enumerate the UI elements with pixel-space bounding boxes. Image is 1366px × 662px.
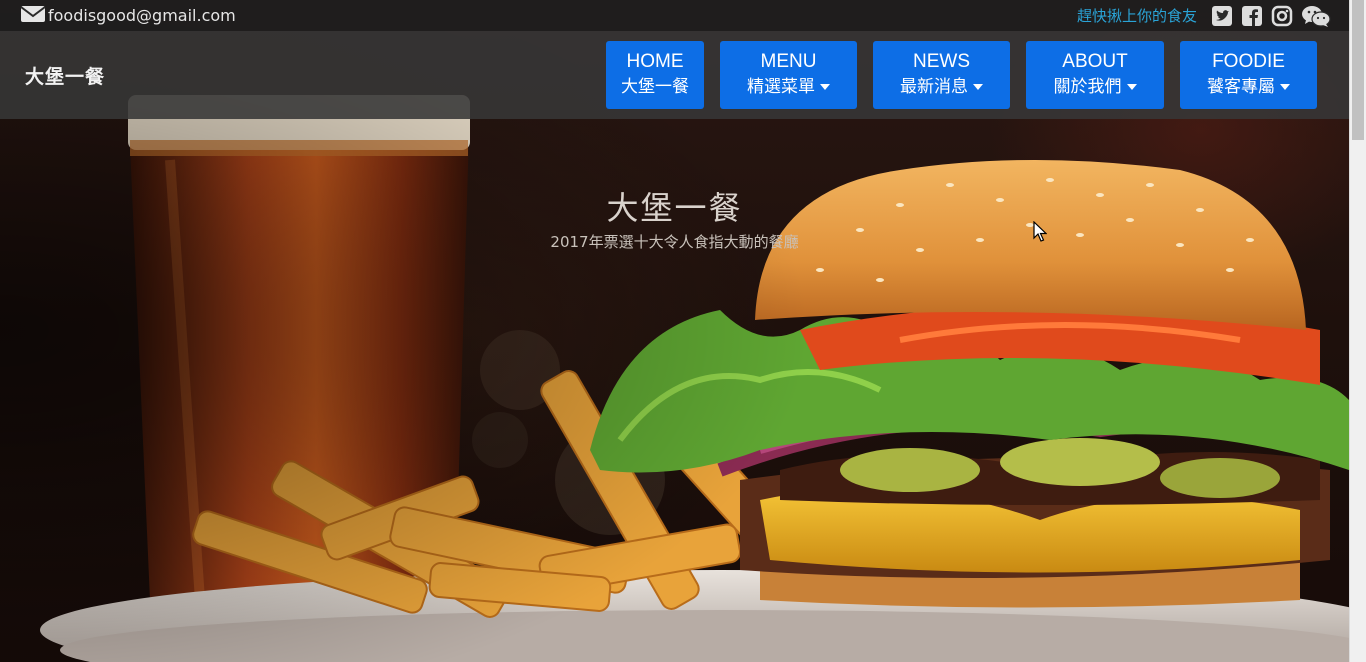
nav-home-button[interactable]: HOME 大堡一餐 bbox=[606, 41, 704, 109]
envelope-icon bbox=[20, 4, 48, 28]
instagram-icon[interactable] bbox=[1271, 5, 1293, 27]
nav-item-zh-label: 饕客專屬 bbox=[1207, 74, 1290, 100]
caret-down-icon bbox=[820, 84, 830, 90]
nav-item-zh-text: 關於我們 bbox=[1053, 77, 1122, 97]
email-text[interactable]: foodisgood@gmail.com bbox=[48, 6, 236, 25]
nav-about-button[interactable]: ABOUT 關於我們 bbox=[1026, 41, 1164, 109]
nav-menu-button[interactable]: MENU 精選菜單 bbox=[720, 41, 857, 109]
brand-logo[interactable]: 大堡一餐 bbox=[25, 62, 105, 89]
twitter-icon[interactable] bbox=[1211, 5, 1233, 27]
caret-down-icon bbox=[1126, 84, 1137, 90]
nav-foodie-button[interactable]: FOODIE 饕客專屬 bbox=[1180, 41, 1317, 109]
hero-subtitle: 2017年票選十大令人食指大動的餐廳 bbox=[550, 233, 799, 251]
nav-item-en-label: NEWS bbox=[913, 51, 970, 72]
scrollbar-thumb[interactable] bbox=[1352, 0, 1364, 140]
nav-item-en-label: MENU bbox=[760, 51, 817, 72]
nav-item-zh-label: 大堡一餐 bbox=[621, 74, 689, 100]
nav-item-zh-text: 大堡一餐 bbox=[621, 77, 689, 97]
main-navbar: 大堡一餐 HOME 大堡一餐 MENU 精選菜單 NEWS 最新消息 ABOUT… bbox=[0, 31, 1349, 119]
nav-news-button[interactable]: NEWS 最新消息 bbox=[873, 41, 1010, 109]
social-links: 趕快揪上你的食友 bbox=[1077, 5, 1331, 27]
nav-item-en-label: FOODIE bbox=[1212, 51, 1285, 72]
contact-email[interactable]: foodisgood@gmail.com bbox=[20, 4, 236, 28]
nav-item-zh-label: 精選菜單 bbox=[747, 74, 830, 100]
nav-item-zh-label: 關於我們 bbox=[1054, 74, 1137, 100]
caret-down-icon bbox=[973, 84, 983, 90]
nav-item-zh-text: 最新消息 bbox=[900, 77, 968, 97]
facebook-icon[interactable] bbox=[1241, 5, 1263, 27]
nav-item-en-label: HOME bbox=[626, 51, 684, 72]
page-scrollbar[interactable] bbox=[1349, 0, 1366, 662]
nav-item-zh-text: 饕客專屬 bbox=[1207, 77, 1275, 97]
nav-item-zh-text: 精選菜單 bbox=[747, 77, 815, 97]
wechat-icon[interactable] bbox=[1301, 5, 1331, 27]
top-bar: foodisgood@gmail.com 趕快揪上你的食友 bbox=[0, 0, 1349, 31]
nav-item-zh-label: 最新消息 bbox=[900, 74, 983, 100]
caret-down-icon bbox=[1280, 84, 1290, 90]
nav-item-en-label: ABOUT bbox=[1062, 51, 1128, 72]
hero-title: 大堡一餐 bbox=[606, 189, 743, 227]
social-tagline: 趕快揪上你的食友 bbox=[1076, 7, 1197, 25]
mouse-cursor-icon bbox=[1033, 220, 1048, 247]
nav-menu: HOME 大堡一餐 MENU 精選菜單 NEWS 最新消息 ABOUT 關於我們… bbox=[606, 41, 1317, 109]
